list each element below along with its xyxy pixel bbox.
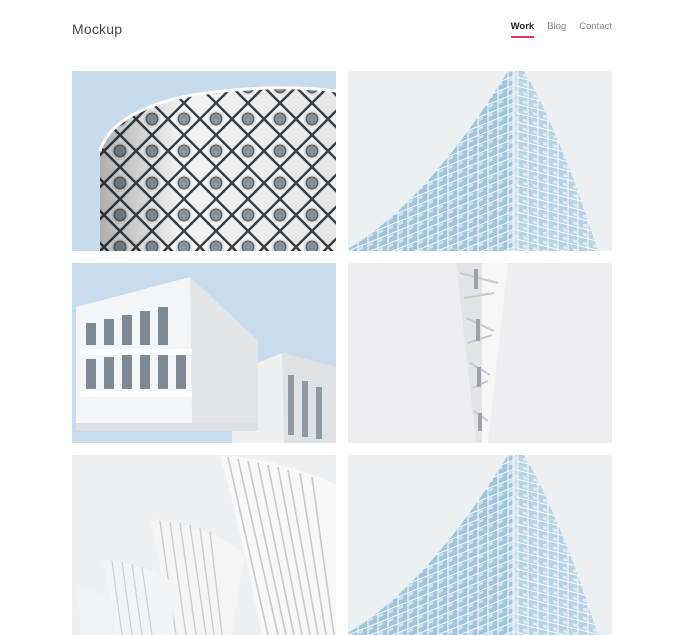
main-nav: Work Blog Contact	[510, 21, 612, 38]
gallery-item-white-building[interactable]	[72, 263, 336, 443]
gallery-grid	[72, 71, 612, 635]
white-spire-image	[348, 263, 612, 443]
glass-facade-image	[348, 71, 612, 251]
nav-item-contact[interactable]: Contact	[579, 21, 612, 36]
gallery-item-round-tower[interactable]	[72, 71, 336, 251]
white-building-image	[72, 263, 336, 443]
gallery-item-glass-facade-2[interactable]	[348, 455, 612, 635]
site-header: Mockup Work Blog Contact	[72, 0, 612, 60]
glass-facade-image-2	[348, 455, 612, 635]
brand-logo[interactable]: Mockup	[72, 21, 122, 37]
gallery-item-glass-facade[interactable]	[348, 71, 612, 251]
round-tower-image	[72, 71, 336, 251]
gallery-item-white-spire[interactable]	[348, 263, 612, 443]
nav-item-work[interactable]: Work	[510, 21, 534, 38]
gallery-item-white-fins[interactable]	[72, 455, 336, 635]
white-fins-image	[72, 455, 336, 635]
nav-item-blog[interactable]: Blog	[547, 21, 566, 36]
